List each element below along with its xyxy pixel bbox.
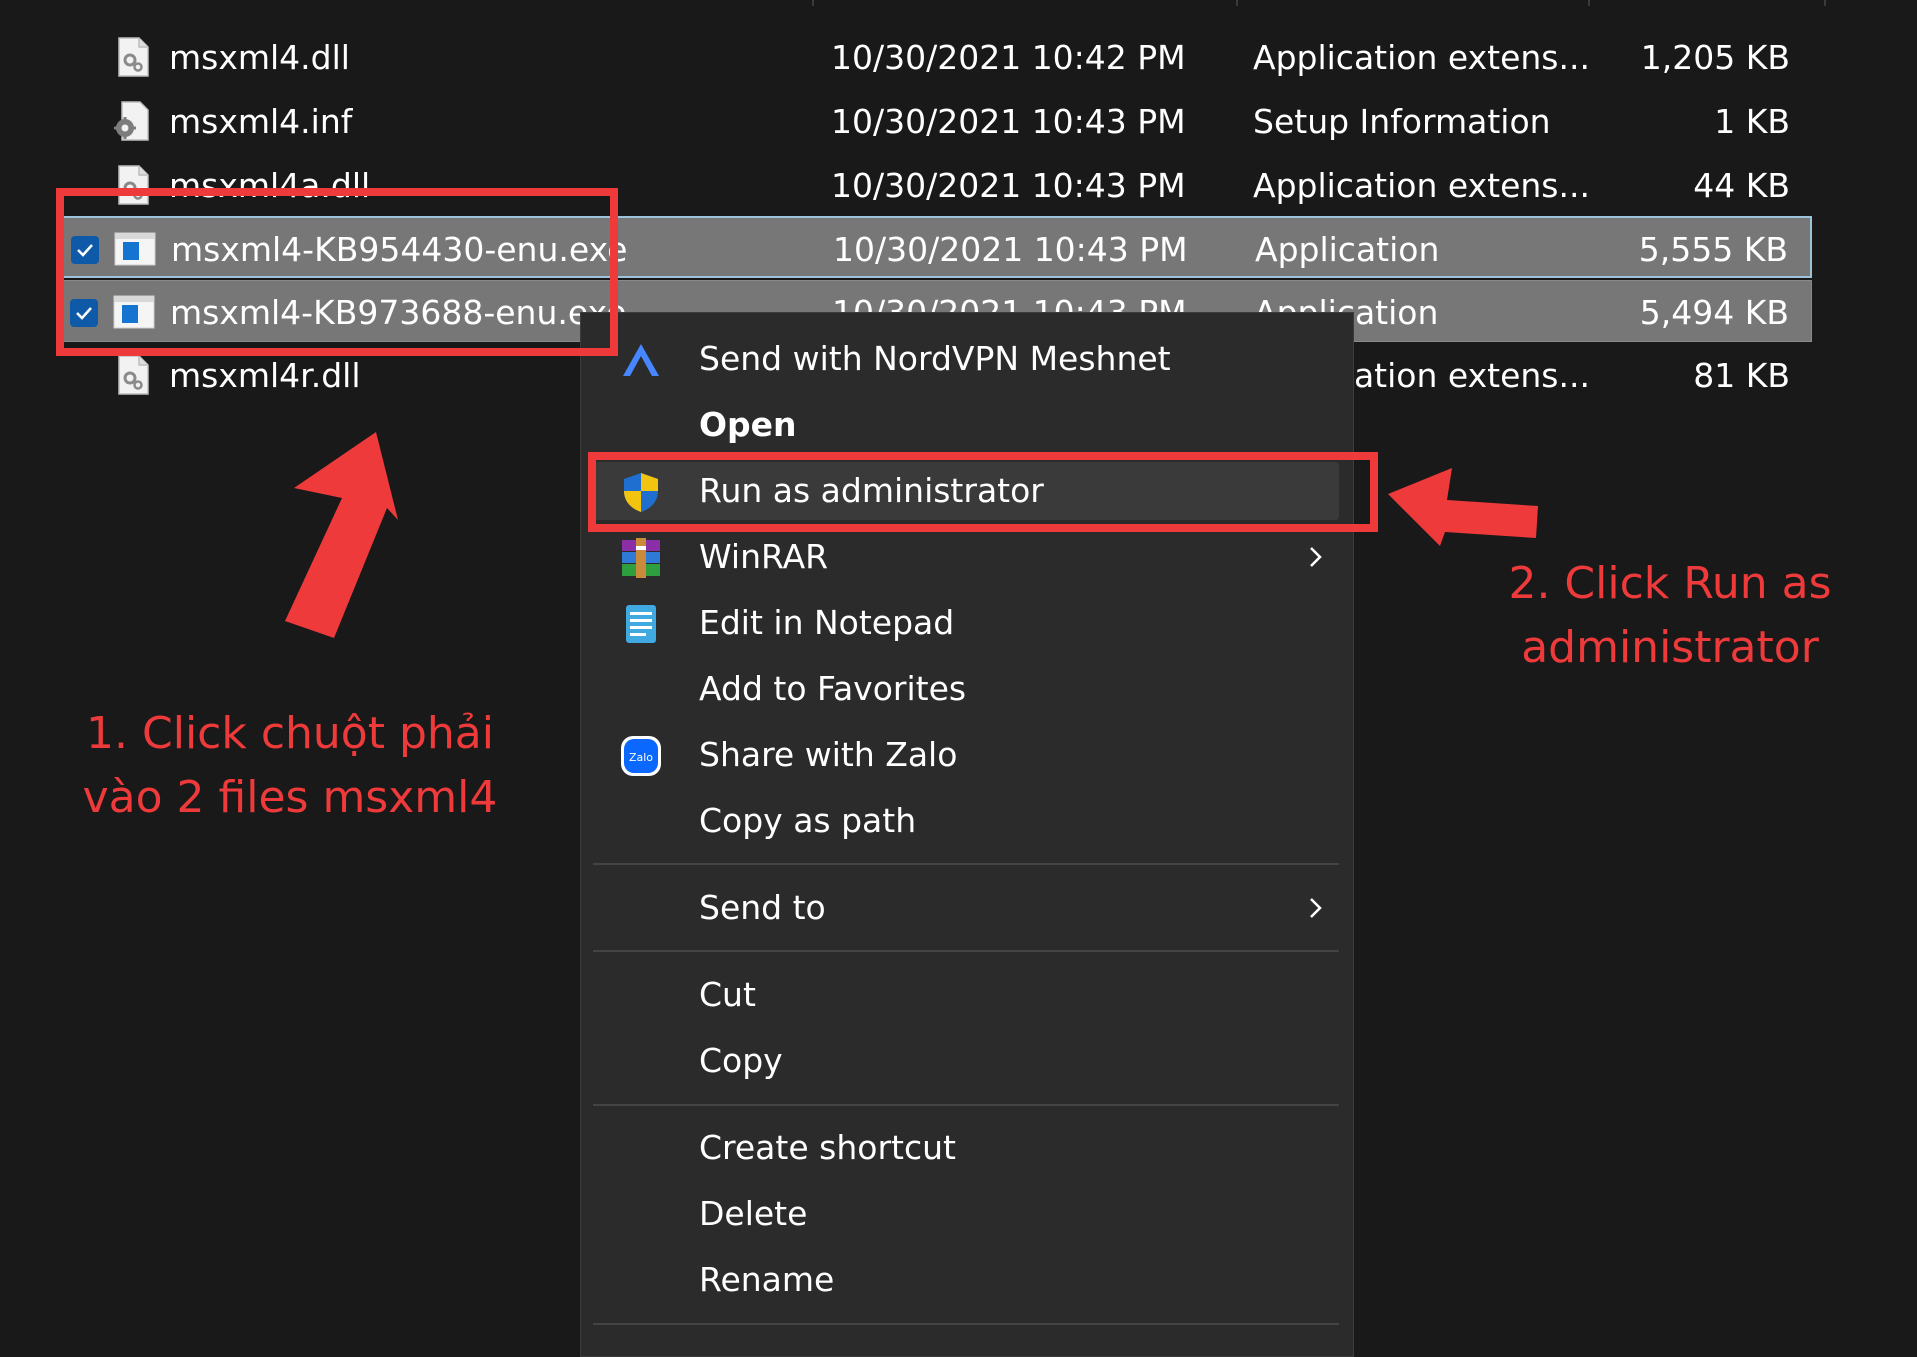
arrow-up-icon [285,432,398,638]
annotation-step-2: 2. Click Run as administrator [1508,558,1832,673]
arrow-left-icon [1388,468,1538,546]
annotation-step-1: 1. Click chuột phải vào 2 files msxml4 [82,708,498,823]
screenshot: msxml4.dll 10/30/2021 10:42 PM Applicati… [0,0,1917,1357]
